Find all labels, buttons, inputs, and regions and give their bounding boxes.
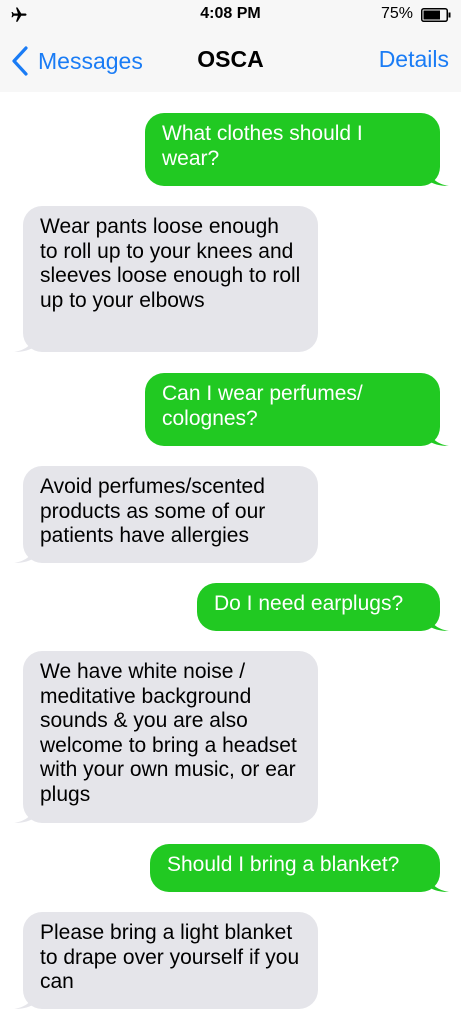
message-text: Avoid perfumes/scented products as some …	[40, 475, 266, 547]
status-bar: 4:08 PM 75%	[0, 0, 461, 30]
message-text: Do I need earplugs?	[214, 592, 404, 615]
navigation-bar: Messages OSCA Details	[0, 30, 461, 92]
bubble-tail	[14, 803, 36, 823]
details-button[interactable]: Details	[379, 46, 449, 73]
battery-percentage: 75%	[380, 5, 413, 22]
bubble-tail	[14, 989, 36, 1009]
message-bubble-outgoing: Can I wear perfumes/ colognes?	[145, 373, 449, 446]
back-button-label: Messages	[38, 47, 143, 74]
bubble-tail	[14, 543, 36, 563]
message-bubble-outgoing: Should I bring a blanket?	[150, 844, 449, 892]
message-bubble-incoming: Avoid perfumes/scented products as some …	[14, 466, 318, 563]
battery-icon	[421, 8, 451, 22]
message-bubble-outgoing: What clothes should I wear?	[145, 113, 449, 186]
message-text: Please bring a light blanket to drape ov…	[40, 921, 300, 993]
bubble-tail	[427, 872, 449, 892]
message-text: What clothes should I wear?	[162, 122, 363, 170]
message-text: Can I wear perfumes/ colognes?	[162, 382, 363, 430]
message-text: Wear pants loose enough to roll up to yo…	[40, 215, 301, 312]
message-bubble-incoming: We have white noise / meditative backgro…	[14, 651, 318, 823]
back-to-messages-button[interactable]: Messages	[10, 44, 143, 78]
message-bubble-incoming: Wear pants loose enough to roll up to yo…	[14, 206, 318, 352]
message-bubble-outgoing: Do I need earplugs?	[197, 583, 449, 631]
chevron-left-icon	[12, 46, 28, 76]
bubble-tail	[14, 332, 36, 352]
message-bubble-incoming: Please bring a light blanket to drape ov…	[14, 912, 318, 1009]
bubble-tail	[427, 611, 449, 631]
bubble-tail	[427, 166, 449, 186]
bubble-tail	[427, 426, 449, 446]
message-text: We have white noise / meditative backgro…	[40, 660, 297, 806]
message-text: Should I bring a blanket?	[167, 853, 400, 876]
